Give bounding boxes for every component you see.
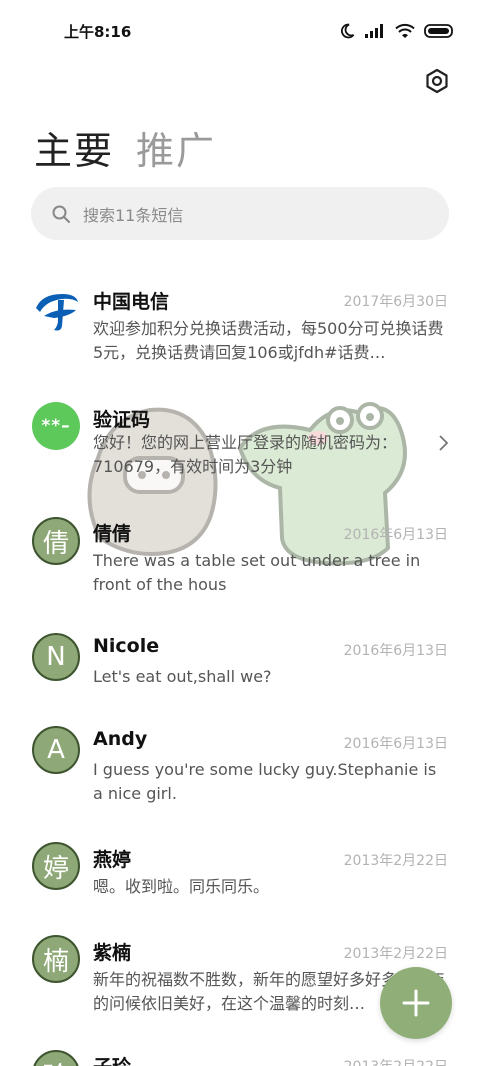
avatar: N (32, 633, 80, 681)
list-item[interactable]: 中国电信 2017年6月30日 欢迎参加积分兑换话费活动，每500分可兑换话费5… (0, 280, 480, 370)
list-item[interactable]: 玲 子玲 2013年2月22日 (0, 1048, 480, 1066)
message-preview: 欢迎参加积分兑换话费活动，每500分可兑换话费5元，兑换话费请回复106或jfd… (93, 319, 444, 362)
message-preview: There was a table set out under a tree i… (93, 551, 421, 594)
avatar: **– (32, 402, 80, 450)
message-preview: 嗯。收到啦。同乐同乐。 (93, 877, 270, 896)
list-item[interactable]: N Nicole 2016年6月13日 Let's eat out,shall … (0, 632, 480, 702)
list-item[interactable]: A Andy 2016年6月13日 I guess you're some lu… (0, 725, 480, 815)
telecom-logo-icon (36, 294, 78, 331)
avatar: 楠 (32, 935, 80, 983)
message-date: 2013年2月22日 (343, 946, 448, 962)
message-date: 2017年6月30日 (343, 294, 448, 310)
avatar: 玲 (32, 1050, 80, 1066)
list-item[interactable]: 倩 倩倩 2016年6月13日 There was a table set ou… (0, 516, 480, 606)
message-date: 2016年6月13日 (343, 643, 448, 659)
sender-name: 中国电信 (93, 291, 170, 313)
avatar: 婷 (32, 842, 80, 890)
message-date: 2016年6月13日 (343, 736, 448, 752)
message-date: 2016年6月13日 (343, 527, 448, 543)
new-message-button[interactable] (380, 967, 452, 1039)
chevron-right-icon[interactable] (436, 433, 450, 453)
avatar (32, 286, 80, 334)
avatar: A (32, 726, 80, 774)
message-date: 2013年2月22日 (343, 853, 448, 869)
sender-name: Andy (93, 728, 148, 750)
sender-name: 验证码 (93, 409, 151, 431)
message-preview: Let's eat out,shall we? (93, 667, 272, 686)
sender-name: Nicole (93, 635, 160, 657)
sender-name: 倩倩 (93, 523, 132, 545)
message-list: 中国电信 2017年6月30日 欢迎参加积分兑换话费活动，每500分可兑换话费5… (0, 0, 480, 1066)
plus-icon (402, 989, 430, 1017)
sender-name: 紫楠 (93, 942, 132, 964)
message-preview: 您好！您的网上营业厅登录的随机密码为：710679，有效时间为3分钟 (93, 433, 398, 476)
list-item[interactable]: 婷 燕婷 2013年2月22日 嗯。收到啦。同乐同乐。 (0, 842, 480, 912)
sender-name: 子玲 (93, 1052, 131, 1066)
sender-name: 燕婷 (93, 849, 132, 871)
list-item[interactable]: **– 验证码 您好！您的网上营业厅登录的随机密码为：710679，有效时间为3… (0, 398, 480, 488)
avatar: 倩 (32, 517, 80, 565)
message-date: 2013年2月22日 (344, 1056, 448, 1066)
message-preview: I guess you're some lucky guy.Stephanie … (93, 760, 437, 803)
